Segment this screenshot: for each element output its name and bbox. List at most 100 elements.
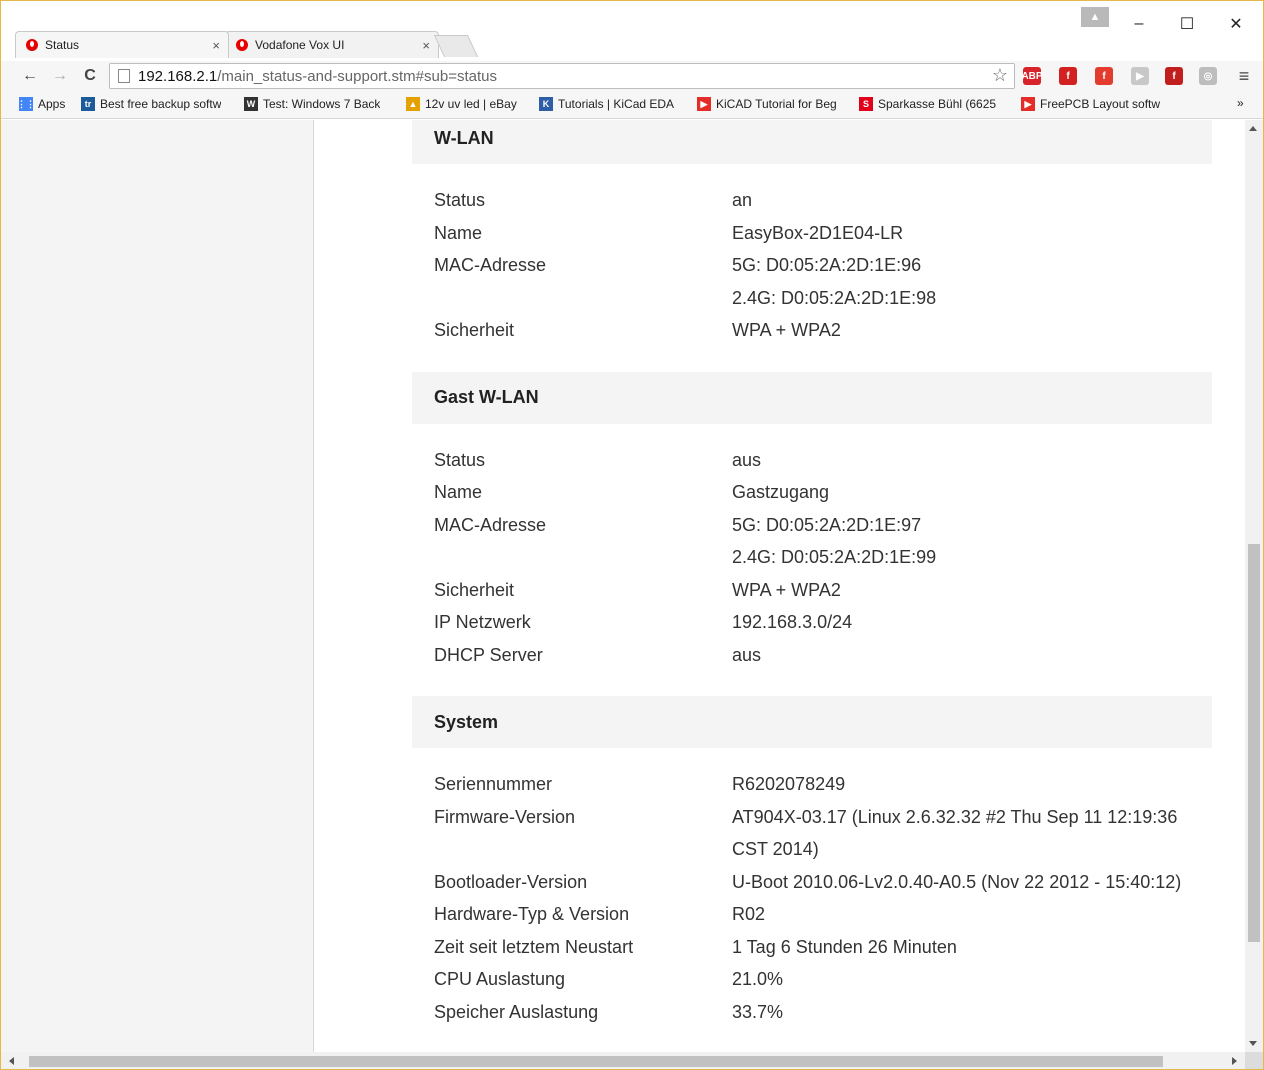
info-label: Name [434, 222, 483, 243]
bookmark-label: Test: Windows 7 Back [263, 97, 381, 111]
tab-label: Vodafone Vox UI [255, 38, 345, 52]
section-header: W-LAN [412, 120, 1212, 164]
kicad-icon: K [539, 97, 553, 111]
bookmark-label: Tutorials | KiCad EDA [558, 97, 675, 111]
info-label: IP Netzwerk [434, 612, 531, 632]
flash-player-icon[interactable]: f [1165, 67, 1183, 85]
bookmark-label: Apps [38, 97, 66, 111]
info-label: Bootloader-Version [434, 871, 588, 892]
info-row: MAC-Adresse 5G: D0:05:2A:2D:1E:96 [434, 249, 1212, 282]
info-row: DHCP Server aus [434, 639, 1212, 672]
flash-icon[interactable]: f [1059, 67, 1077, 85]
info-row: CPU Auslastung 21.0% [434, 963, 1212, 996]
bookmark-item[interactable]: ▲ 12v uv led | eBay [406, 97, 517, 111]
info-label [434, 541, 732, 574]
address-bar[interactable]: 192.168.2.1 /main_status-and-support.stm… [109, 63, 1015, 89]
horizontal-scroll-thumb[interactable] [29, 1056, 1163, 1067]
scroll-right-icon[interactable] [1232, 1057, 1237, 1065]
info-row: Seriennummer R6202078249 [434, 768, 1212, 801]
adblock-plus-icon[interactable]: ABP [1021, 67, 1043, 85]
browser-window: Status × Vodafone Vox UI × ▲ – ☐ ✕ ← → C… [0, 0, 1264, 1070]
apps-grid-icon: ⋮⋮ [19, 97, 35, 111]
info-label: MAC-Adresse [434, 255, 547, 275]
tab-vodafone-vox-ui[interactable]: Vodafone Vox UI × [225, 31, 439, 58]
info-value: R6202078249 [732, 774, 846, 794]
youtube-icon-2: ▶ [1021, 97, 1035, 111]
status-content: W-LAN Status an Name EasyBox-2D1E04-LR MAC-Ad… [412, 120, 1212, 1052]
info-row: Name EasyBox-2D1E04-LR [434, 217, 1212, 250]
section-header: System [412, 696, 1212, 748]
info-value: 1 Tag 6 Stunden 26 Minuten [732, 936, 957, 957]
info-value: AT904X-03.17 (Linux 2.6.32.32 #2 Thu Sep… [732, 806, 1178, 860]
info-label: Hardware-Typ & Version [434, 904, 630, 924]
bookmark-item[interactable]: K Tutorials | KiCad EDA [539, 97, 674, 111]
info-value: Gastzugang [732, 482, 830, 502]
info-label: DHCP Server [434, 644, 543, 665]
bookmarks-overflow-button[interactable]: » [1237, 96, 1244, 110]
vertical-scrollbar[interactable] [1245, 120, 1263, 1052]
url-host: 192.168.2.1 [138, 67, 218, 85]
forward-button[interactable]: → [49, 65, 71, 87]
new-tab-button[interactable] [433, 35, 479, 57]
youtube-icon: ▶ [697, 97, 711, 111]
reload-button[interactable]: C [79, 65, 101, 87]
tab-close-button[interactable]: × [422, 38, 430, 53]
section-rows: Status an Name EasyBox-2D1E04-LR MAC-Adresse… [412, 164, 1212, 372]
info-label: Sicherheit [434, 579, 515, 600]
winpro-icon: W [244, 97, 258, 111]
info-value: 5G: D0:05:2A:2D:1E:97 [732, 514, 922, 535]
horizontal-scrollbar[interactable] [1, 1052, 1245, 1069]
info-row: Hardware-Typ & Version R02 [434, 898, 1212, 931]
section-rows: Seriennummer R6202078249 Firmware-Version A… [412, 748, 1212, 1052]
sparkasse-icon: S [859, 97, 873, 111]
info-label: Seriennummer [434, 774, 553, 794]
info-label: Zeit seit letztem Neustart [434, 936, 634, 957]
info-row: 2.4G: D0:05:2A:2D:1E:98 [434, 282, 1212, 315]
info-row: Status aus [434, 444, 1212, 477]
bookmark-label: Sparkasse Bühl (6625 [878, 97, 997, 111]
info-row: Sicherheit WPA + WPA2 [434, 314, 1212, 347]
bookmark-item[interactable]: ▶ FreePCB Layout softw [1021, 97, 1160, 111]
back-button[interactable]: ← [19, 65, 41, 87]
scrollbar-corner [1245, 1052, 1263, 1069]
page-viewport: W-LAN Status an Name EasyBox-2D1E04-LR MAC-Ad… [1, 120, 1245, 1052]
eye-icon[interactable]: ◎ [1199, 67, 1217, 85]
info-row: Bootloader-Version U-Boot 2010.06-Lv2.0.4… [434, 866, 1212, 899]
info-value: 5G: D0:05:2A:2D:1E:96 [732, 255, 922, 275]
profile-icon[interactable]: ▲ [1081, 7, 1109, 27]
info-label: CPU Auslastung [434, 969, 566, 989]
close-window-button[interactable]: ✕ [1221, 9, 1251, 39]
tab-close-button[interactable]: × [212, 38, 220, 53]
info-row: Firmware-Version AT904X-03.17 (Linux 2.6.… [434, 801, 1212, 866]
info-value: aus [732, 449, 762, 470]
flash-alt-icon[interactable]: f [1095, 67, 1113, 85]
info-label: Status [434, 449, 486, 470]
bookmark-item[interactable]: ⋮⋮Apps [19, 97, 65, 111]
scroll-left-icon[interactable] [9, 1057, 14, 1065]
tr-icon: tr [81, 97, 95, 111]
bookmark-item[interactable]: tr Best free backup softw [81, 97, 221, 111]
scroll-down-icon[interactable] [1249, 1041, 1257, 1046]
bookmark-item[interactable]: S Sparkasse Bühl (6625 [859, 97, 996, 111]
info-value: 21.0% [732, 969, 784, 989]
info-row: IP Netzwerk 192.168.3.0/24 [434, 606, 1212, 639]
bookmark-star-icon[interactable]: ☆ [992, 65, 1008, 86]
vertical-scroll-thumb[interactable] [1248, 544, 1260, 942]
bookmark-item[interactable]: W Test: Windows 7 Back [244, 97, 380, 111]
tab-status[interactable]: Status × [15, 31, 229, 58]
info-row: Speicher Auslastung 33.7% [434, 996, 1212, 1029]
info-row: MAC-Adresse 5G: D0:05:2A:2D:1E:97 [434, 509, 1212, 542]
bookmark-item[interactable]: ▶ KiCAD Tutorial for Beg [697, 97, 837, 111]
info-value: 192.168.3.0/24 [732, 612, 853, 632]
play-icon[interactable]: ▶ [1131, 67, 1149, 85]
info-value: aus [732, 644, 762, 665]
title-bar: Status × Vodafone Vox UI × ▲ – ☐ ✕ [1, 1, 1263, 61]
scroll-up-icon[interactable] [1249, 126, 1257, 131]
minimize-button[interactable]: – [1124, 9, 1154, 39]
info-value: 33.7% [732, 1001, 784, 1022]
info-value: an [732, 190, 753, 210]
maximize-button[interactable]: ☐ [1172, 9, 1202, 39]
info-row: Name Gastzugang [434, 476, 1212, 509]
menu-button[interactable]: ≡ [1233, 65, 1255, 87]
info-label: Sicherheit [434, 320, 515, 340]
